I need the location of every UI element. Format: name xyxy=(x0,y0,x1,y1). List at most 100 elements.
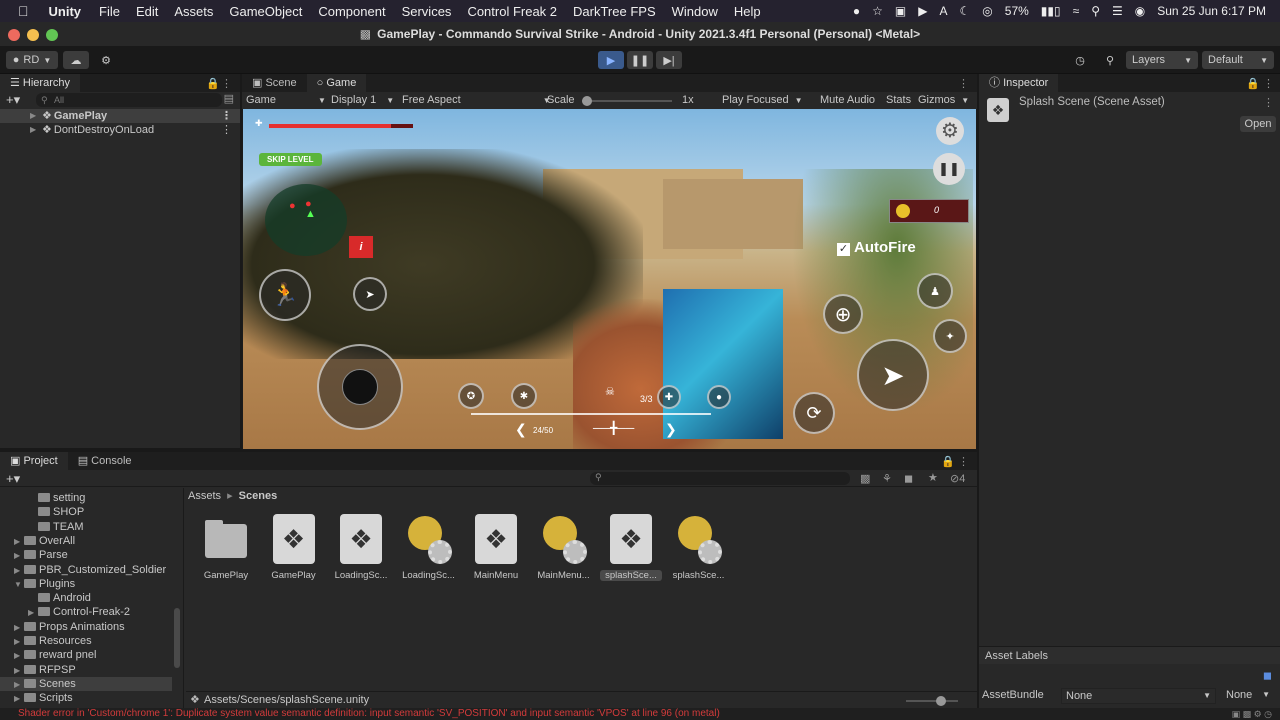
project-folder-item[interactable]: ▶ Control-Freak-2 xyxy=(0,605,172,619)
project-folder-item[interactable]: ▼ Plugins xyxy=(0,577,172,591)
hierarchy-search-input[interactable]: ⚲ All xyxy=(36,93,222,107)
status-icons[interactable]: ▣ ▩ ⚙ ◷ xyxy=(1232,708,1272,720)
mute-audio-toggle[interactable]: Mute Audio xyxy=(820,94,875,106)
rifle-select-button[interactable]: ✪ xyxy=(458,383,484,409)
expand-arrow-icon[interactable]: ▶ xyxy=(14,535,24,549)
project-search-input[interactable]: ⚲ xyxy=(590,472,850,485)
account-dropdown[interactable]: ● RD ▼ xyxy=(6,51,58,69)
tree-scrollbar[interactable] xyxy=(174,608,180,668)
project-asset-item[interactable]: splashSce... xyxy=(667,514,731,581)
airdrop-icon[interactable]: ◎ xyxy=(982,4,992,18)
kebab-menu-icon[interactable]: ⋮ xyxy=(221,123,232,137)
control-center-icon[interactable]: ☰ xyxy=(1112,4,1123,18)
tab-game[interactable]: ○ Game xyxy=(306,74,367,92)
assetbundle-dropdown[interactable]: None ▼ xyxy=(1061,688,1216,704)
aspect-dropdown[interactable]: Free Aspect ▼ xyxy=(402,94,551,106)
menu-gameobject[interactable]: GameObject xyxy=(229,4,302,19)
kebab-menu-icon[interactable]: ⋮ xyxy=(221,109,232,123)
search-by-label-icon[interactable]: ⚘ xyxy=(882,472,892,485)
siri-icon[interactable]: ◉ xyxy=(1135,4,1145,18)
expand-arrow-icon[interactable]: ▶ xyxy=(14,678,24,692)
pistol-select-button[interactable]: ✱ xyxy=(511,383,537,409)
close-window-button[interactable] xyxy=(8,29,20,41)
lock-icon[interactable]: 🔒 xyxy=(206,77,220,90)
expand-arrow-icon[interactable]: ▶ xyxy=(14,549,24,563)
menu-assets[interactable]: Assets xyxy=(174,4,213,19)
icon-size-slider[interactable] xyxy=(906,696,958,706)
menu-edit[interactable]: Edit xyxy=(136,4,158,19)
info-button[interactable]: i xyxy=(349,236,373,258)
prev-weapon-icon[interactable]: ❮ xyxy=(515,421,527,438)
menu-help[interactable]: Help xyxy=(734,4,761,19)
record-icon[interactable]: ● xyxy=(853,4,860,18)
kebab-menu-icon[interactable]: ⋮ xyxy=(1263,96,1274,109)
menu-control-freak[interactable]: Control Freak 2 xyxy=(467,4,557,19)
lock-icon[interactable]: 🔒 xyxy=(1246,77,1260,90)
expand-arrow-icon[interactable]: ▶ xyxy=(14,664,24,678)
menu-window[interactable]: Window xyxy=(672,4,718,19)
fire-button[interactable]: ➤ xyxy=(857,339,929,411)
search-button[interactable]: ⚲ xyxy=(1098,51,1122,69)
medkit-button[interactable]: ✚ xyxy=(657,385,681,409)
tab-inspector[interactable]: ⓘ Inspector xyxy=(979,74,1059,92)
grenade-button[interactable]: ● xyxy=(707,385,731,409)
filter-icon[interactable]: ▤ xyxy=(224,92,234,105)
tag-icon[interactable]: ◼ xyxy=(904,472,913,485)
project-asset-item[interactable]: LoadingSc... xyxy=(397,514,461,581)
project-folder-item[interactable]: TEAM xyxy=(0,520,172,534)
tab-scene[interactable]: ▣ Scene xyxy=(242,74,307,92)
expand-arrow-icon[interactable]: ▶ xyxy=(28,606,38,620)
pause-game-button[interactable]: ❚❚ xyxy=(933,153,965,185)
expand-arrow-icon[interactable]: ▶ xyxy=(14,564,24,578)
play-button[interactable]: ▶ xyxy=(598,51,624,69)
project-folder-item[interactable]: ▶ Props Animations xyxy=(0,620,172,634)
tag-icon[interactable]: ◼ xyxy=(1263,669,1272,682)
minimize-window-button[interactable] xyxy=(27,29,39,41)
breadcrumb-assets[interactable]: Assets xyxy=(188,490,221,502)
project-asset-item[interactable]: ❖ GamePlay xyxy=(262,514,326,581)
project-folder-item[interactable]: ▶ reward pnel xyxy=(0,648,172,662)
menu-darktree-fps[interactable]: DarkTree FPS xyxy=(573,4,656,19)
expand-arrow-icon[interactable]: ▶ xyxy=(14,635,24,649)
kebab-menu-icon[interactable]: ⋮ xyxy=(221,77,232,90)
wifi-icon[interactable]: ≈ xyxy=(1073,4,1080,18)
star-icon[interactable]: ☆ xyxy=(872,4,883,18)
scale-slider[interactable] xyxy=(582,96,672,106)
expand-arrow-icon[interactable]: ▶ xyxy=(14,692,24,706)
hidden-packages-icon[interactable]: ⊘4 xyxy=(950,472,965,485)
error-message[interactable]: Shader error in 'Custom/chrome 1': Dupli… xyxy=(18,708,720,720)
game-render-view[interactable]: ✚ SKIP LEVEL ● ● ▲ i 🏃 ➤ ✪ ✱ ☠ 3/3 ✚ ● ❮… xyxy=(243,109,976,449)
skip-level-button[interactable]: SKIP LEVEL xyxy=(259,153,322,166)
project-asset-item[interactable]: ❖ MainMenu xyxy=(464,514,528,581)
kebab-menu-icon[interactable]: ⋮ xyxy=(958,77,969,90)
history-button[interactable]: ◷ xyxy=(1068,51,1092,69)
tab-console[interactable]: ▤ Console xyxy=(68,452,142,470)
asset-labels-header[interactable]: Asset Labels xyxy=(979,646,1280,664)
add-icon[interactable]: +▾ xyxy=(6,92,20,108)
expand-arrow-icon[interactable]: ▶ xyxy=(14,649,24,663)
crouch-button[interactable]: 🏃 xyxy=(259,269,311,321)
chevron-down-icon[interactable]: ▼ xyxy=(14,578,24,592)
menu-component[interactable]: Component xyxy=(318,4,385,19)
collab-button[interactable]: ⚙ xyxy=(95,51,117,69)
project-folder-item[interactable]: ▶ Scripts xyxy=(0,691,172,705)
pause-button[interactable]: ❚❚ xyxy=(627,51,653,69)
play-circle-icon[interactable]: ▶ xyxy=(918,4,927,18)
moon-icon[interactable]: ☾ xyxy=(960,4,971,18)
clock[interactable]: Sun 25 Jun 6:17 PM xyxy=(1157,4,1266,18)
next-weapon-icon[interactable]: ❯ xyxy=(665,421,677,438)
gizmos-dropdown[interactable]: Gizmos ▼ xyxy=(918,94,969,106)
icon-size-slider-handle[interactable] xyxy=(936,696,946,706)
project-folder-item[interactable]: Android xyxy=(0,591,172,605)
autofire-toggle[interactable]: ✓ AutoFire xyxy=(837,239,916,256)
battery-icon[interactable]: ▮▮▯ xyxy=(1041,4,1061,18)
project-asset-item[interactable]: GamePlay xyxy=(194,514,258,581)
movement-joystick[interactable] xyxy=(317,344,403,430)
hierarchy-item-gameplay[interactable]: ▶ ❖ GamePlay ⋮ xyxy=(0,109,240,123)
breadcrumb-scenes[interactable]: Scenes xyxy=(239,490,278,502)
game-mode-dropdown[interactable]: Game ▼ xyxy=(246,94,326,106)
menu-app-name[interactable]: Unity xyxy=(49,4,82,19)
stats-toggle[interactable]: Stats xyxy=(886,94,911,106)
project-folder-item[interactable]: ▶ Scenes xyxy=(0,676,172,692)
apple-icon[interactable]:  xyxy=(18,3,29,19)
